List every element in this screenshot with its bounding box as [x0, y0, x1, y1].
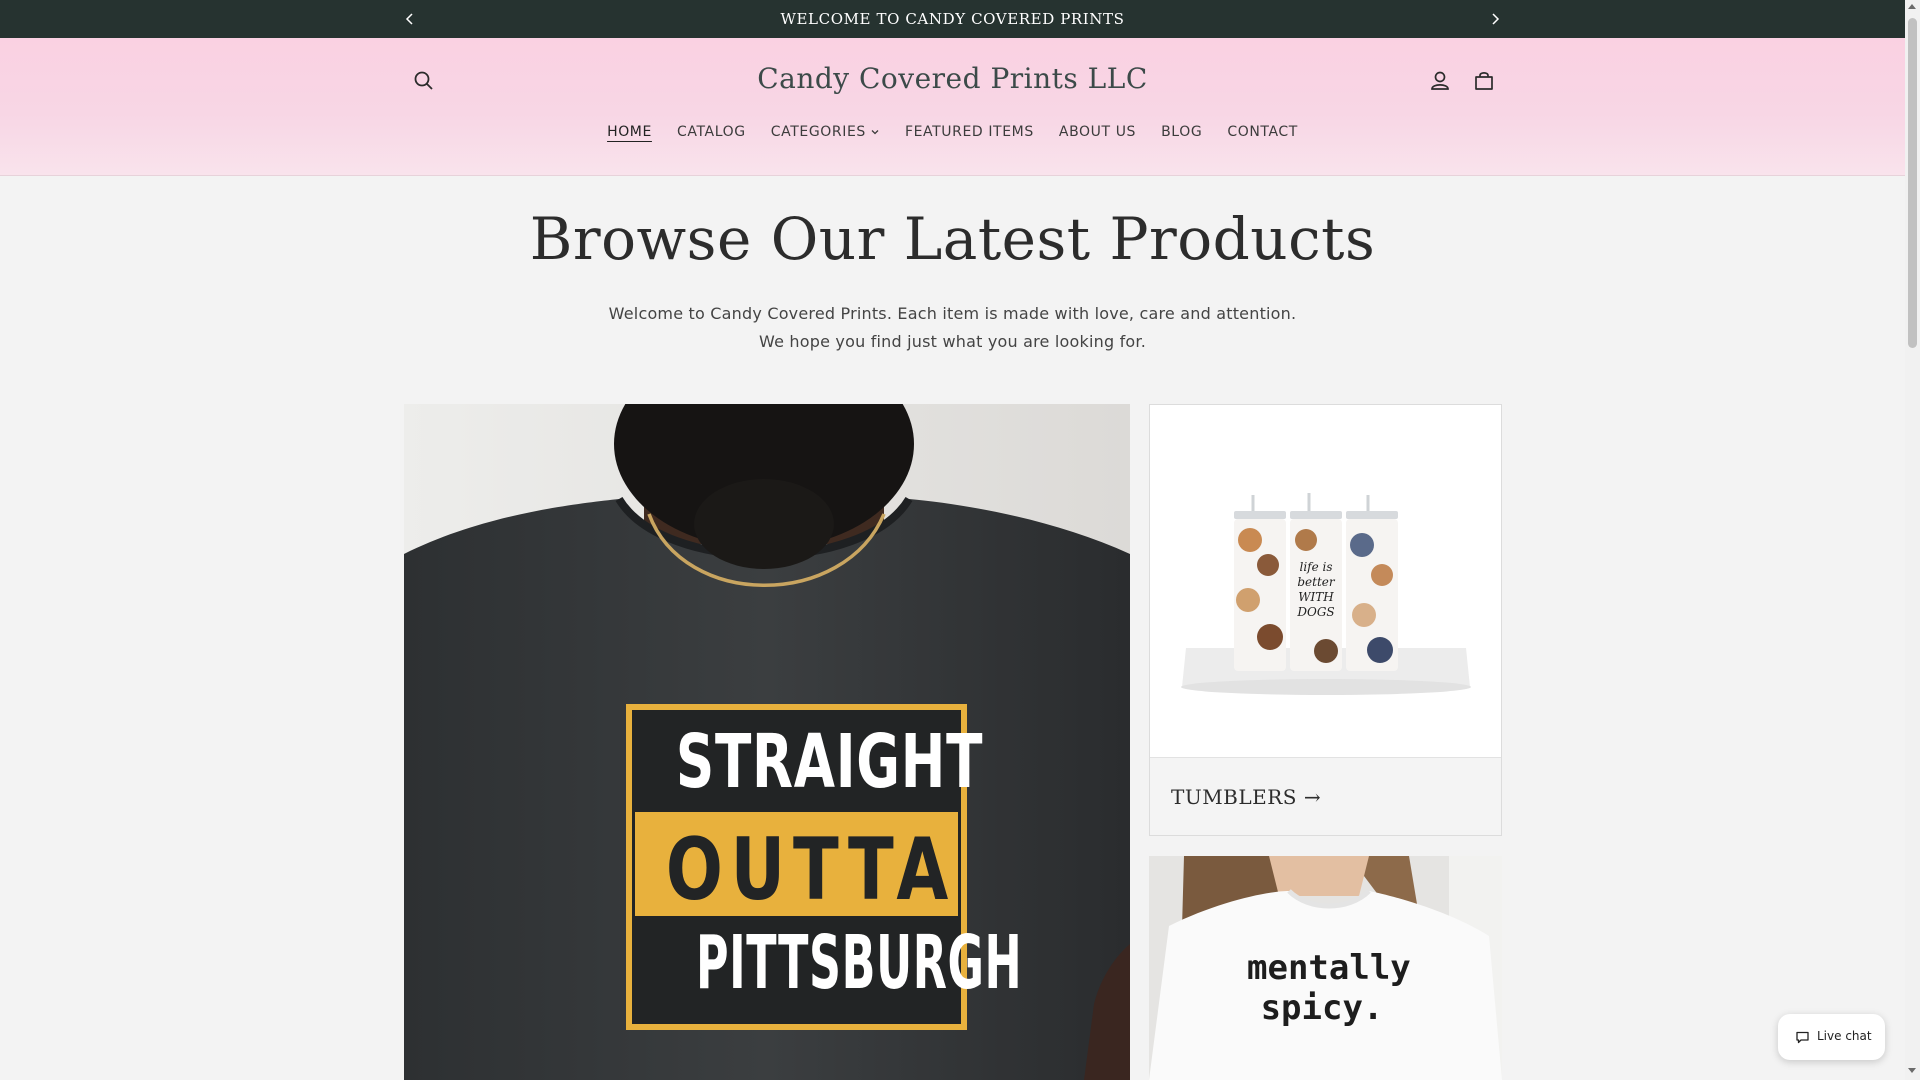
- page-subtitle: Welcome to Candy Covered Prints. Each it…: [0, 300, 1905, 356]
- collection-card-tumblers[interactable]: life is better WITH DOGS TUMBLERS →: [1149, 404, 1502, 836]
- nav-about-us[interactable]: ABOUT US: [1059, 124, 1136, 140]
- announcement-bar: WELCOME TO CANDY COVERED PRINTS: [0, 0, 1905, 38]
- collection-card-sweatshirts[interactable]: mentally spicy.: [1149, 856, 1502, 1080]
- chat-bubble-icon: [1796, 1031, 1809, 1044]
- scroll-up-arrow-icon[interactable]: [1908, 4, 1916, 9]
- subtitle-line-2: We hope you find just what you are looki…: [758, 332, 1147, 351]
- announcement-text: WELCOME TO CANDY COVERED PRINTS: [780, 10, 1125, 28]
- nav-catalog[interactable]: CATALOG: [677, 124, 746, 140]
- scroll-down-arrow-icon[interactable]: [1908, 1068, 1916, 1073]
- site-logo: Candy Covered Prints LLC: [0, 62, 1905, 95]
- tumbler-print-text: life is better WITH DOGS: [1297, 560, 1335, 619]
- chevron-down-icon: [871, 130, 879, 135]
- live-chat-button[interactable]: Live chat: [1778, 1014, 1885, 1060]
- account-button[interactable]: [1425, 66, 1455, 96]
- shirt-print-text: STRAIGHT OUTTA PITTSBURGH: [629, 707, 1023, 1027]
- cart-button[interactable]: [1469, 66, 1499, 96]
- nav-categories-label: CATEGORIES: [770, 124, 866, 140]
- chevron-right-icon: [1492, 13, 1500, 25]
- collection-card-label: TUMBLERS →: [1150, 757, 1501, 835]
- shirt-print-line-3: PITTSBURGH: [696, 920, 1023, 1006]
- scrollbar-thumb[interactable]: [1908, 18, 1917, 348]
- nav-categories[interactable]: CATEGORIES: [771, 124, 880, 140]
- shirt-print-line-1: STRAIGHT: [675, 719, 984, 805]
- featured-collection-card[interactable]: STRAIGHT OUTTA PITTSBURGH: [404, 404, 1130, 1080]
- account-icon: [1431, 71, 1449, 90]
- announcement-next-button[interactable]: [1485, 9, 1505, 29]
- shirt-print-line-2: OUTTA: [665, 820, 957, 920]
- page-title: Browse Our Latest Products: [529, 205, 1376, 273]
- collection-title-tumblers[interactable]: TUMBLERS →: [1171, 785, 1321, 809]
- nav-contact[interactable]: CONTACT: [1227, 124, 1298, 140]
- sweatshirt-print-line-2: spicy.: [1260, 988, 1384, 1028]
- nav-featured-items[interactable]: FEATURED ITEMS: [905, 124, 1034, 140]
- brand-name[interactable]: Candy Covered Prints LLC: [757, 62, 1148, 95]
- main-navigation: HOME CATALOG CATEGORIES FEATURED ITEMS A…: [0, 124, 1905, 140]
- page-scrollbar[interactable]: [1905, 0, 1920, 1080]
- site-header: Candy Covered Prints LLC HOME CATALOG CA…: [0, 38, 1905, 176]
- live-chat-label: Live chat: [1817, 1029, 1872, 1043]
- subtitle-line-1: Welcome to Candy Covered Prints. Each it…: [608, 304, 1297, 323]
- cart-icon: [1475, 72, 1493, 90]
- nav-home[interactable]: HOME: [607, 124, 652, 140]
- sweatshirt-print-line-1: mentally: [1247, 948, 1411, 988]
- sweatshirt-print-text: mentally spicy.: [1247, 948, 1411, 1028]
- nav-blog[interactable]: BLOG: [1161, 124, 1202, 140]
